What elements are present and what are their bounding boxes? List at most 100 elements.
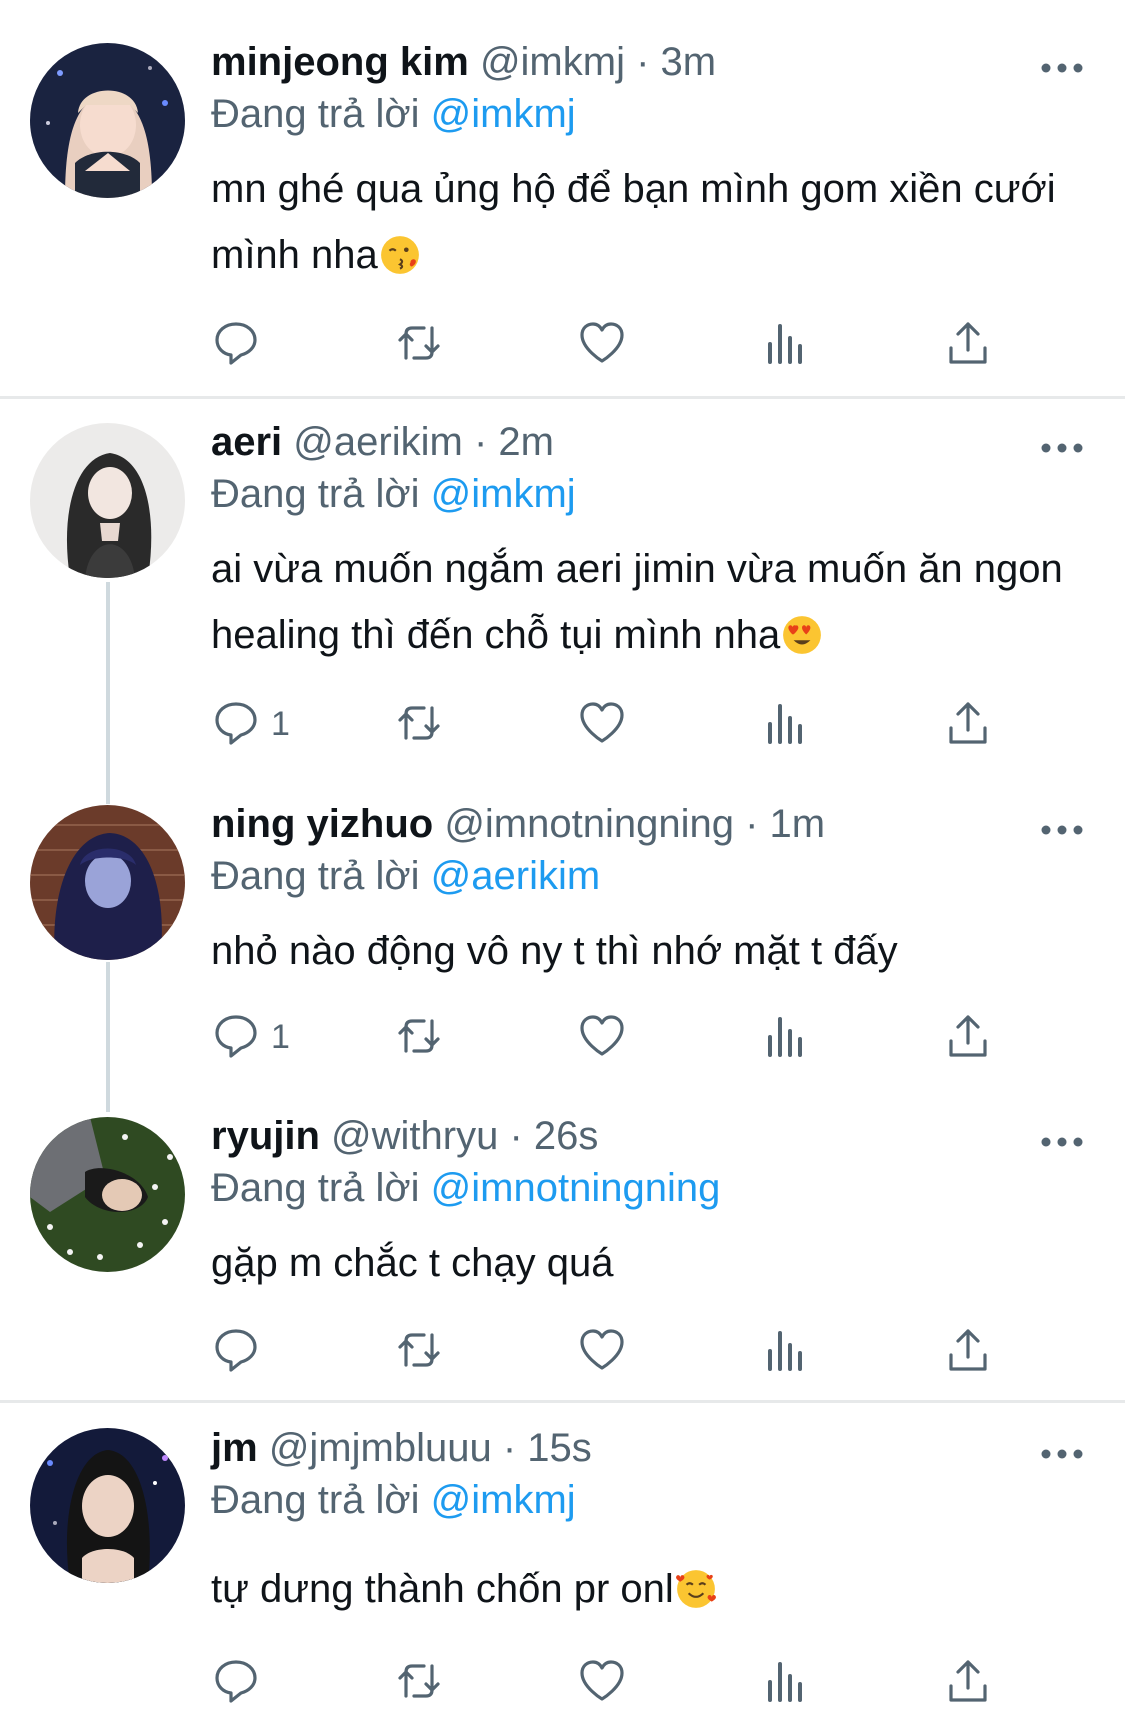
like-button[interactable]	[577, 1656, 627, 1712]
divider	[0, 396, 1125, 399]
tweet-actions: 1	[211, 1011, 1011, 1067]
replying-to: Đang trả lời @imkmj	[211, 470, 576, 518]
reply-button[interactable]: 1	[211, 1011, 290, 1067]
reply-feed: minjeong kim @imkmj · 3m Đang trả lời @i…	[0, 0, 1125, 1717]
views-button[interactable]	[760, 1011, 810, 1067]
reply-icon	[215, 702, 257, 745]
like-icon	[580, 322, 624, 363]
more-options-icon[interactable]	[1040, 1444, 1084, 1464]
reply-count: 1	[271, 705, 290, 743]
reply-button[interactable]	[211, 1656, 261, 1712]
views-icon	[768, 1017, 802, 1057]
replying-to: Đang trả lời @imkmj	[211, 90, 576, 138]
tweet-header: ryujin @withryu · 26s	[211, 1112, 598, 1160]
like-button[interactable]	[577, 1011, 627, 1067]
more-options-icon[interactable]	[1040, 1132, 1084, 1152]
views-button[interactable]	[760, 1656, 810, 1712]
reply-icon	[215, 1329, 257, 1372]
display-name[interactable]: aeri	[211, 420, 282, 464]
views-button[interactable]	[760, 318, 810, 374]
retweet-icon	[398, 706, 440, 740]
retweet-button[interactable]	[394, 698, 444, 754]
views-button[interactable]	[760, 1325, 810, 1381]
avatar[interactable]	[30, 423, 185, 578]
replying-to: Đang trả lời @imnotningning	[211, 1164, 720, 1212]
share-button[interactable]	[943, 1656, 993, 1712]
timestamp[interactable]: · 15s	[503, 1426, 592, 1470]
more-options-icon[interactable]	[1040, 58, 1084, 78]
like-icon	[580, 1660, 624, 1701]
retweet-icon	[398, 1019, 440, 1053]
smiling-hearts-emoji	[675, 1570, 716, 1608]
user-handle[interactable]: @jmjmbluuu	[269, 1426, 492, 1470]
share-button[interactable]	[943, 698, 993, 754]
user-handle[interactable]: @imkmj	[480, 40, 625, 84]
tweet-actions: 1	[211, 698, 1011, 754]
retweet-icon	[398, 326, 440, 360]
retweet-button[interactable]	[394, 1325, 444, 1381]
timestamp[interactable]: · 2m	[474, 420, 554, 464]
retweet-icon	[398, 1664, 440, 1698]
reply-prefix: Đang trả lời	[211, 92, 420, 136]
retweet-button[interactable]	[394, 1011, 444, 1067]
mention-link[interactable]: @imkmj	[431, 1478, 576, 1522]
views-icon	[768, 1662, 802, 1702]
heart-eyes-emoji	[783, 616, 822, 654]
avatar[interactable]	[30, 805, 185, 960]
tweet-text: tự dưng thành chốn pr onl	[211, 1556, 1071, 1622]
thread-line	[106, 582, 110, 804]
retweet-icon	[398, 1333, 440, 1367]
reply-prefix: Đang trả lời	[211, 472, 420, 516]
display-name[interactable]: minjeong kim	[211, 40, 469, 84]
user-handle[interactable]: @aerikim	[293, 420, 463, 464]
share-icon	[949, 1015, 987, 1057]
timestamp[interactable]: · 3m	[636, 40, 716, 84]
like-icon	[580, 1015, 624, 1056]
tweet-actions	[211, 1325, 1011, 1381]
mention-link[interactable]: @imnotningning	[431, 1166, 721, 1210]
tweet-actions	[211, 318, 1011, 374]
reply-button[interactable]	[211, 318, 261, 374]
display-name[interactable]: jm	[211, 1426, 258, 1470]
mention-link[interactable]: @imkmj	[431, 92, 576, 136]
mention-link[interactable]: @aerikim	[431, 854, 601, 898]
avatar[interactable]	[30, 1428, 185, 1583]
avatar[interactable]	[30, 1117, 185, 1272]
more-options-icon[interactable]	[1040, 820, 1084, 840]
timestamp[interactable]: · 26s	[509, 1114, 598, 1158]
reply-prefix: Đang trả lời	[211, 1166, 420, 1210]
retweet-button[interactable]	[394, 1656, 444, 1712]
reply-prefix: Đang trả lời	[211, 1478, 420, 1522]
share-icon	[949, 1329, 987, 1371]
retweet-button[interactable]	[394, 318, 444, 374]
tweet-header: minjeong kim @imkmj · 3m	[211, 38, 716, 86]
display-name[interactable]: ning yizhuo	[211, 802, 433, 846]
tweet-actions	[211, 1656, 1011, 1712]
tweet-header: aeri @aerikim · 2m	[211, 418, 554, 466]
user-handle[interactable]: @withryu	[331, 1114, 498, 1158]
like-icon	[580, 1329, 624, 1370]
tweet-text: nhỏ nào động vô ny t thì nhớ mặt t đấy	[211, 918, 1071, 984]
reply-button[interactable]	[211, 1325, 261, 1381]
display-name[interactable]: ryujin	[211, 1114, 320, 1158]
tweet-header: ning yizhuo @imnotningning · 1m	[211, 800, 825, 848]
share-button[interactable]	[943, 1011, 993, 1067]
views-button[interactable]	[760, 698, 810, 754]
views-icon	[768, 324, 802, 364]
like-button[interactable]	[577, 318, 627, 374]
like-button[interactable]	[577, 698, 627, 754]
share-button[interactable]	[943, 1325, 993, 1381]
user-handle[interactable]: @imnotningning	[444, 802, 734, 846]
reply-button[interactable]: 1	[211, 698, 290, 754]
views-icon	[768, 1331, 802, 1371]
timestamp[interactable]: · 1m	[745, 802, 825, 846]
more-options-icon[interactable]	[1040, 438, 1084, 458]
reply-prefix: Đang trả lời	[211, 854, 420, 898]
like-button[interactable]	[577, 1325, 627, 1381]
avatar[interactable]	[30, 43, 185, 198]
tweet-header: jm @jmjmbluuu · 15s	[211, 1424, 592, 1472]
reply-icon	[215, 322, 257, 365]
share-button[interactable]	[943, 318, 993, 374]
mention-link[interactable]: @imkmj	[431, 472, 576, 516]
replying-to: Đang trả lời @imkmj	[211, 1476, 576, 1524]
